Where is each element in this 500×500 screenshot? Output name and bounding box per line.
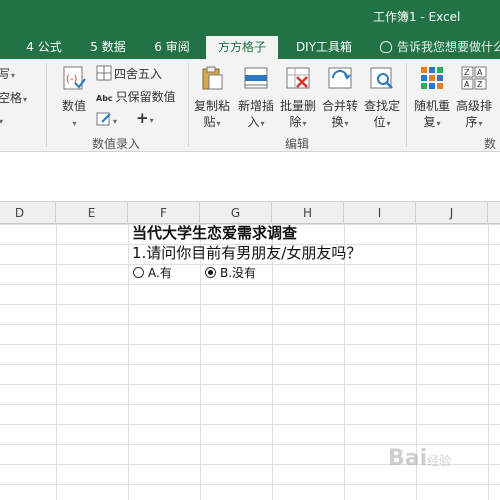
radio-label: A.有 [148, 266, 172, 280]
column-header-row: D E F G H I J [0, 202, 500, 224]
tell-me-text: 告诉我您想要做什么 [397, 40, 500, 54]
merge-convert-button[interactable]: 合并转 换▾ [320, 65, 360, 132]
tab-diy-toolbox[interactable]: DIY工具箱 [288, 36, 360, 59]
radio-option-b[interactable]: B.没有 [205, 264, 256, 281]
random-grid-icon [421, 67, 443, 89]
keep-value-button[interactable]: Abc 只保留数值 [96, 88, 176, 105]
survey-title: 当代大学生恋爱需求调查 [132, 224, 298, 242]
edit-options-button[interactable]: ▾ [96, 111, 117, 127]
group-label-number-entry: 数值录入 [92, 137, 141, 151]
ribbon: 写▾ 空格▾ ▾ (-) 数值 ▾ 四舍五入 Abc 只保留数值 ▾ +▾ 数值录… [0, 59, 500, 152]
column-header-j[interactable]: J [416, 202, 488, 224]
group-separator [406, 63, 407, 147]
insert-row-icon [244, 67, 268, 89]
radio-label: B.没有 [220, 266, 257, 280]
batch-delete-button[interactable]: 批量删 除▾ [278, 65, 318, 132]
clipboard-icon [202, 66, 223, 90]
tab-formulas[interactable]: 4 公式 [18, 36, 70, 59]
svg-text:Z: Z [464, 68, 470, 77]
svg-text:Z: Z [477, 80, 483, 89]
ribbon-tabs: 4 公式 5 数据 6 审阅 方方格子 DIY工具箱 告诉我您想要做什么 [0, 32, 500, 59]
sort-az-icon: ZA AZ [461, 66, 487, 90]
edit-icon [96, 112, 111, 126]
column-header-e[interactable]: E [56, 202, 128, 224]
chevron-down-icon: ▾ [72, 119, 77, 128]
group-separator [46, 63, 47, 147]
survey-question: 1.请问你目前有男朋友/女朋友吗？ [132, 244, 362, 262]
partial-item-3[interactable]: ▾ [0, 113, 3, 127]
column-header-i[interactable]: I [344, 202, 416, 224]
abc-icon: Abc [96, 94, 113, 103]
round-icon [96, 65, 112, 81]
group-separator [188, 63, 189, 147]
merge-icon [328, 67, 352, 89]
formula-bar-area [0, 152, 500, 202]
value-button-label: 数值 [61, 99, 86, 113]
tab-fangfanggezi[interactable]: 方方格子 [206, 36, 278, 59]
radio-option-a[interactable]: A.有 [133, 264, 172, 281]
window-title: 工作簿1 - Excel [373, 10, 461, 24]
find-locate-button[interactable]: 查找定 位▾ [362, 65, 402, 132]
column-header-f[interactable]: F [128, 202, 200, 224]
lightbulb-icon [380, 41, 392, 53]
find-icon [370, 67, 393, 89]
column-header-g[interactable]: G [200, 202, 272, 224]
plus-button[interactable]: +▾ [136, 109, 154, 127]
group-label-edit: 编辑 [285, 137, 310, 151]
value-button[interactable]: (-) 数值 ▾ [54, 65, 94, 132]
partial-item-1[interactable]: 写▾ [0, 65, 15, 82]
delete-grid-icon [286, 67, 310, 89]
insert-button[interactable]: 新增插 入▾ [236, 65, 276, 132]
tell-me-box[interactable]: 告诉我您想要做什么 [380, 36, 500, 59]
column-header-h[interactable]: H [272, 202, 344, 224]
random-repeat-button[interactable]: 随机重 复▾ [412, 65, 452, 132]
tab-review[interactable]: 6 审阅 [146, 36, 198, 59]
advanced-sort-button[interactable]: ZA AZ 高级排 序▾ [454, 65, 494, 132]
copy-paste-button[interactable]: 复制粘 贴▾ [192, 65, 232, 132]
baidu-watermark: Bai经验 [388, 446, 452, 471]
column-header-d[interactable]: D [0, 202, 56, 224]
partial-item-2[interactable]: 空格▾ [0, 89, 27, 106]
svg-text:A: A [477, 68, 483, 77]
tab-data[interactable]: 5 数据 [82, 36, 134, 59]
radio-button[interactable] [133, 267, 144, 278]
value-icon: (-) [63, 66, 86, 90]
group-label-next: 数 [484, 137, 497, 151]
svg-text:A: A [464, 80, 470, 89]
title-bar: 工作簿1 - Excel [0, 0, 500, 32]
radio-button-selected[interactable] [205, 267, 216, 278]
round-button[interactable]: 四舍五入 [96, 65, 162, 82]
